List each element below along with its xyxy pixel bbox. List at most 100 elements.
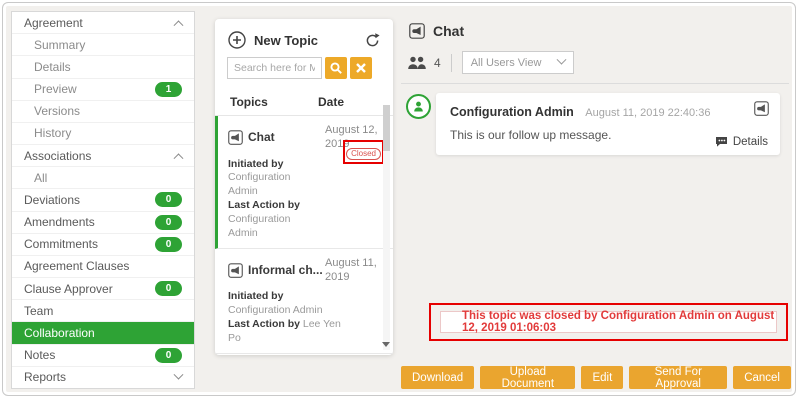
sidebar-item-commitments[interactable]: Commitments 0: [12, 234, 194, 256]
topics-panel: New Topic Topics Date: [215, 19, 393, 355]
topic-item-chat[interactable]: Chat August 12, 2019 Closed Initiated by…: [215, 116, 393, 249]
megaphone-icon[interactable]: [754, 101, 769, 121]
sidebar-item-label: Preview: [34, 82, 77, 96]
count-badge: 0: [155, 281, 182, 296]
sidebar-item-label: History: [34, 126, 71, 140]
topic-item-informal-chat[interactable]: Informal ch... August 11, 2019 Initiated…: [215, 249, 393, 354]
sidebar-item-details[interactable]: Details: [12, 56, 194, 78]
sidebar-item-label: Clause Approver: [24, 282, 113, 296]
topic-closed-notice-text: This topic was closed by Configuration A…: [462, 310, 776, 334]
new-topic-button[interactable]: New Topic: [254, 33, 318, 48]
sidebar-item-amendments[interactable]: Amendments 0: [12, 212, 194, 234]
sidebar-item-label: Summary: [34, 38, 85, 52]
user-view-select[interactable]: All Users View: [462, 51, 574, 74]
topic-title: Informal ch...: [248, 263, 323, 277]
chevron-up-icon: [174, 153, 184, 163]
initiated-by-value: Configuration Admin: [228, 171, 290, 197]
topic-closed-notice: This topic was closed by Configuration A…: [440, 311, 777, 333]
header-divider: [401, 83, 789, 84]
scrollbar-thumb[interactable]: [383, 105, 390, 151]
send-for-approval-button[interactable]: Send For Approval: [629, 366, 727, 389]
sidebar-item-notes[interactable]: Notes 0: [12, 345, 194, 367]
sidebar-item-all[interactable]: All: [12, 167, 194, 189]
sidebar: Agreement Summary Details Preview 1 Vers…: [11, 11, 195, 389]
chevron-down-icon: [556, 55, 566, 65]
window-frame: Agreement Summary Details Preview 1 Vers…: [2, 2, 796, 396]
chat-message: Configuration Admin August 11, 2019 22:4…: [436, 93, 780, 155]
sidebar-item-label: Team: [24, 304, 53, 318]
count-badge: 0: [155, 192, 182, 207]
chat-bubble-icon: [715, 136, 728, 148]
initiated-by-value: Configuration Admin: [228, 304, 323, 316]
cancel-button[interactable]: Cancel: [733, 366, 791, 389]
topics-scrollbar[interactable]: [383, 105, 390, 350]
initiated-by-label: Initiated by: [228, 158, 310, 172]
search-button[interactable]: [325, 57, 347, 79]
chat-topic-title: Chat: [433, 23, 464, 39]
scroll-down-arrow-icon[interactable]: [382, 342, 390, 347]
clear-search-button[interactable]: [350, 57, 372, 79]
users-icon: [407, 56, 427, 70]
divider: [451, 54, 452, 72]
search-input[interactable]: [227, 57, 322, 79]
sidebar-item-label: Collaboration: [24, 326, 95, 340]
megaphone-icon: [409, 23, 425, 39]
topics-list-header: Topics Date: [215, 86, 393, 116]
user-icon: [412, 100, 425, 113]
sidebar-item-team[interactable]: Team: [12, 300, 194, 322]
last-action-by-label: Last Action by: [228, 199, 310, 213]
sidebar-item-label: Notes: [24, 348, 55, 362]
sidebar-item-collaboration[interactable]: Collaboration: [12, 322, 194, 344]
download-button[interactable]: Download: [401, 366, 474, 389]
count-badge: 1: [155, 82, 182, 97]
sidebar-item-deviations[interactable]: Deviations 0: [12, 189, 194, 211]
topic-item-inquiry[interactable]: Inquiry on new ... August 9, 2019 Initia…: [215, 354, 393, 360]
plus-circle-icon[interactable]: [228, 31, 246, 49]
sidebar-item-reports[interactable]: Reports: [12, 367, 194, 388]
message-timestamp: August 11, 2019 22:40:36: [585, 107, 710, 119]
search-icon: [329, 61, 343, 75]
megaphone-icon: [228, 130, 243, 145]
participants-count: 4: [434, 56, 441, 70]
details-label: Details: [733, 136, 768, 148]
annotation-closed-notice: This topic was closed by Configuration A…: [429, 303, 788, 341]
avatar: [406, 94, 431, 119]
topics-list: Chat August 12, 2019 Closed Initiated by…: [215, 116, 393, 360]
last-action-by-value: Configuration Admin: [228, 213, 290, 239]
sidebar-item-versions[interactable]: Versions: [12, 101, 194, 123]
sidebar-item-agreement-clauses[interactable]: Agreement Clauses: [12, 256, 194, 278]
megaphone-icon: [228, 263, 243, 278]
sidebar-item-summary[interactable]: Summary: [12, 34, 194, 56]
message-details-link[interactable]: Details: [715, 136, 768, 148]
sidebar-item-label: Commitments: [24, 237, 98, 251]
sidebar-item-clause-approver[interactable]: Clause Approver 0: [12, 278, 194, 300]
sidebar-section-associations[interactable]: Associations: [12, 145, 194, 167]
upload-document-button[interactable]: Upload Document: [480, 366, 575, 389]
sidebar-item-label: All: [34, 171, 47, 185]
close-icon: [355, 62, 367, 74]
count-badge: 0: [155, 215, 182, 230]
topics-column-header: Topics: [230, 95, 318, 109]
initiated-by-label: Initiated by: [228, 290, 350, 304]
closed-status-badge: Closed: [346, 148, 381, 160]
sidebar-item-preview[interactable]: Preview 1: [12, 79, 194, 101]
annotation-closed-badge: Closed: [343, 140, 384, 164]
sidebar-item-label: Deviations: [24, 193, 80, 207]
topic-title: Chat: [248, 130, 275, 144]
user-view-select-value: All Users View: [471, 57, 542, 69]
sidebar-item-label: Agreement Clauses: [24, 259, 129, 273]
count-badge: 0: [155, 348, 182, 363]
chat-panel: Chat 4 All Users View Configuration Admi…: [401, 11, 795, 395]
sidebar-item-label: Reports: [24, 370, 66, 384]
sidebar-section-label: Associations: [24, 149, 91, 163]
sidebar-section-agreement[interactable]: Agreement: [12, 12, 194, 34]
last-action-by-label: Last Action by: [228, 318, 300, 330]
edit-button[interactable]: Edit: [581, 366, 623, 389]
topic-date: August 11, 2019: [325, 256, 383, 285]
sidebar-item-history[interactable]: History: [12, 123, 194, 145]
date-column-header: Date: [318, 95, 344, 109]
sidebar-item-label: Amendments: [24, 215, 95, 229]
refresh-icon[interactable]: [364, 32, 381, 49]
message-author: Configuration Admin: [450, 105, 574, 119]
sidebar-section-label: Agreement: [24, 16, 83, 30]
